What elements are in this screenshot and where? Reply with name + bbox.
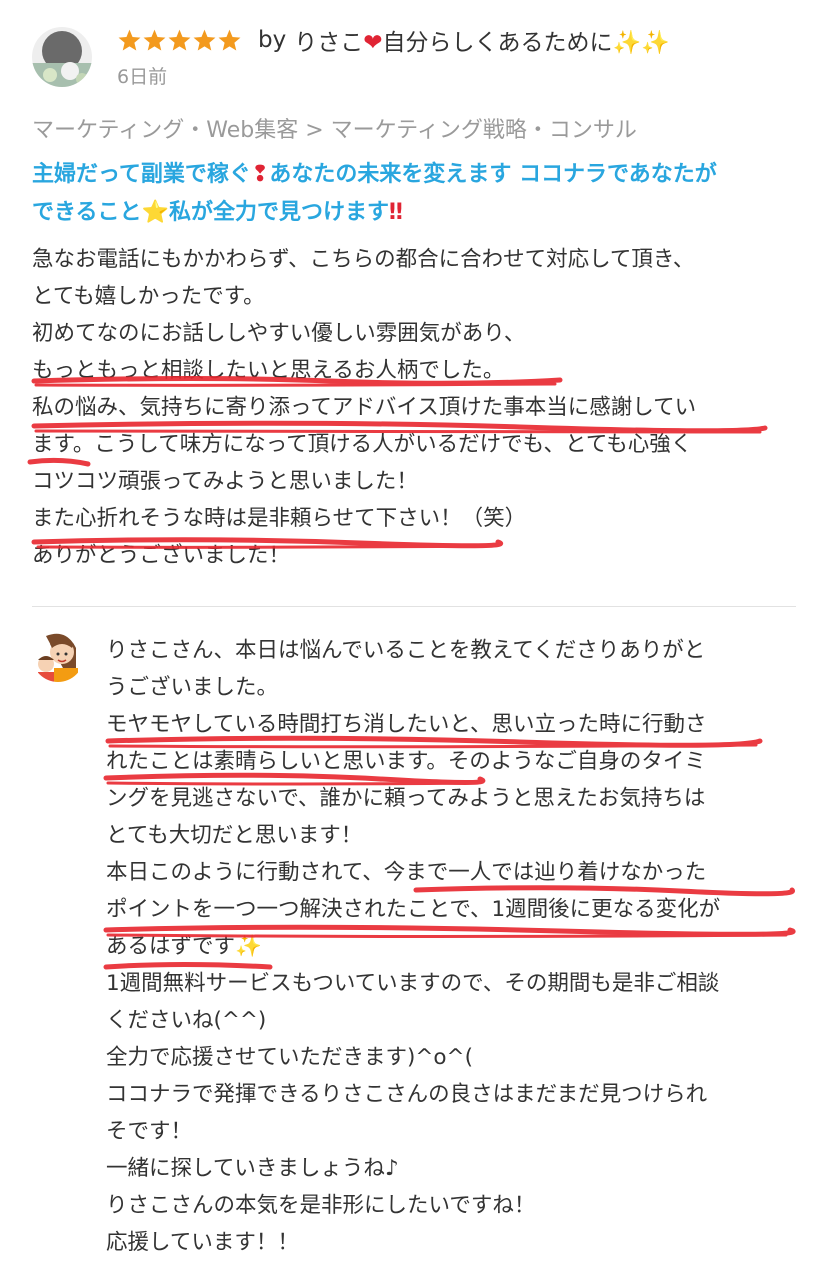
reply-line: 本日このように行動されて、今まで一人では辿り着けなかった xyxy=(106,860,707,885)
review-line: ます。こうして味方になって頂ける人がいるだけでも、とても心強く xyxy=(32,432,693,457)
exclamation-icon: ❢ xyxy=(250,162,270,187)
service-title-part: できること xyxy=(32,200,142,225)
reply-line: そです！ xyxy=(106,1119,193,1144)
review-line: 急なお電話にもかかわらず、こちらの都合に合わせて対応して頂き、 xyxy=(32,247,695,272)
reply-line: くださいね(^^) xyxy=(106,1008,267,1033)
by-label: by xyxy=(258,27,287,53)
reply-line: ココナラで発揮できるりさこさんの良さはまだまだ見つけられ xyxy=(106,1082,708,1107)
star-icon xyxy=(168,29,191,50)
sparkles-icon: ✨✨ xyxy=(612,30,670,56)
service-title-part: 主婦だって副業で稼ぐ xyxy=(32,162,251,187)
reply-line: りさこさんの本気を是非形にしたいですね！ xyxy=(106,1193,536,1218)
star-icon xyxy=(143,29,166,50)
section-divider xyxy=(32,606,796,607)
reply-line: 一緒に探していきましょうね♪ xyxy=(106,1156,399,1181)
review-line: 私の悩み、気持ちに寄り添ってアドバイス頂けた事本当に感謝してい xyxy=(32,395,697,420)
reply-line: れたことは素晴らしいと思います。そのようなご自身のタイミ xyxy=(106,749,706,774)
reply-line: 1週間無料サービスもついていますので、その期間も是非ご相談 xyxy=(106,971,720,996)
reviewer-photo-icon xyxy=(32,27,92,87)
reply-line: とても大切だと思います！ xyxy=(106,823,363,848)
category-breadcrumb[interactable]: マーケティング・Web集客 > マーケティング戦略・コンサル xyxy=(32,112,637,144)
seller-illustration-icon xyxy=(32,630,84,682)
reply-line: りさこさん、本日は悩んでいることを教えてくださりありがと xyxy=(106,638,706,663)
star-icon xyxy=(193,29,216,50)
reply-line-with-sparkle: あるはずです✨ xyxy=(106,928,720,965)
reviewer-avatar[interactable] xyxy=(32,27,92,87)
review-line: もっともっと相談したいと思えるお人柄でした。 xyxy=(32,358,505,383)
review-body: 急なお電話にもかかわらず、こちらの都合に合わせて対応して頂き、 とても嬉しかった… xyxy=(32,241,696,574)
review-header: by りさこ❤自分らしくあるために✨✨ xyxy=(117,22,670,58)
review-time: 6日前 xyxy=(117,66,168,88)
reply-line: 応援しています！！ xyxy=(106,1230,299,1255)
service-title-part: あなたの未来を変えます ココナラであなたが xyxy=(269,162,717,187)
star-icon xyxy=(118,29,141,50)
star-icon xyxy=(218,29,241,50)
review-line: とても嬉しかったです。 xyxy=(32,284,265,309)
review-line: コツコツ頑張ってみようと思いました！ xyxy=(32,469,418,494)
review-line: ありがとうございました！ xyxy=(32,543,291,568)
reply-line: うございました。 xyxy=(106,675,279,700)
rating-stars xyxy=(117,28,242,53)
sparkle-icon: ✨ xyxy=(235,934,262,959)
service-title-part: 私が全力で見つけます xyxy=(168,200,389,225)
review-line: また心折れそうな時は是非頼らせて下さい！（笑） xyxy=(32,506,527,531)
reply-line: ングを見逃さないで、誰かに頼ってみようと思えたお気持ちは xyxy=(106,786,706,811)
review-line: 初めてなのにお話ししやすい優しい雰囲気があり、 xyxy=(32,321,526,346)
service-title-link[interactable]: 主婦だって副業で稼ぐ❢あなたの未来を変えます ココナラであなたが できること⭐私… xyxy=(32,156,802,232)
seller-reply-body: りさこさん、本日は悩んでいることを教えてくださりありがと うございました。 モヤ… xyxy=(106,632,720,1261)
seller-avatar[interactable] xyxy=(32,630,84,682)
heart-icon: ❤ xyxy=(363,30,383,56)
double-exclamation-icon: ‼ xyxy=(388,200,403,225)
reviewer-name-text: りさこ xyxy=(294,30,364,56)
reply-line-text: あるはずです xyxy=(106,934,236,959)
star-emoji-icon: ⭐ xyxy=(141,200,169,225)
reply-line: 全力で応援させていただきます)^o^( xyxy=(106,1045,473,1070)
reviewer-name-suffix: 自分らしくあるために xyxy=(382,30,613,56)
reply-line: ポイントを一つ一つ解決されたことで、1週間後に更なる変化が xyxy=(106,897,721,922)
reply-line: モヤモヤしている時間打ち消したいと、思い立った時に行動さ xyxy=(106,712,707,737)
reviewer-name[interactable]: りさこ❤自分らしくあるために✨✨ xyxy=(294,23,670,57)
